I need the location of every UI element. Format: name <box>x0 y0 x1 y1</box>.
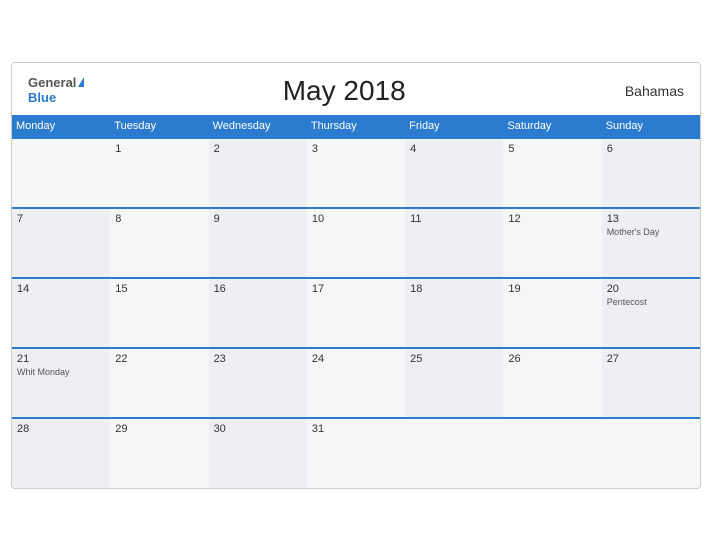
day-number: 6 <box>607 143 695 155</box>
day-cell: 10 <box>307 208 405 278</box>
day-number: 12 <box>508 213 596 225</box>
day-cell: 1 <box>110 138 208 208</box>
week-row-2: 789 10 11 12 13 Mother's Day <box>12 208 700 278</box>
day-number: 10 <box>312 213 400 225</box>
day-number: 11 <box>410 213 498 225</box>
day-event: Mother's Day <box>607 227 695 237</box>
day-number: 15 <box>115 283 203 295</box>
week-row-1: 123456 <box>12 138 700 208</box>
calendar-table: MondayTuesdayWednesdayThursdayFridaySatu… <box>12 115 700 488</box>
day-number: 19 <box>508 283 596 295</box>
day-cell: 31 <box>307 418 405 488</box>
weekday-header-sunday: Sunday <box>602 115 700 138</box>
day-number: 4 <box>410 143 498 155</box>
day-cell: 16 <box>209 278 307 348</box>
logo-triangle-icon <box>78 77 84 87</box>
day-number: 30 <box>214 423 302 435</box>
day-number: 1 <box>115 143 203 155</box>
day-number: 23 <box>214 353 302 365</box>
day-cell: 21 Whit Monday <box>12 348 110 418</box>
day-cell: 23 <box>209 348 307 418</box>
day-cell: 4 <box>405 138 503 208</box>
calendar-title: May 2018 <box>84 75 604 107</box>
day-number: 3 <box>312 143 400 155</box>
day-cell: 25 <box>405 348 503 418</box>
day-number: 31 <box>312 423 400 435</box>
day-cell: 24 <box>307 348 405 418</box>
day-number: 21 <box>17 353 105 365</box>
weekday-header-tuesday: Tuesday <box>110 115 208 138</box>
day-number: 18 <box>410 283 498 295</box>
week-row-5: 28 29 30 31 <box>12 418 700 488</box>
day-event: Whit Monday <box>17 367 105 377</box>
weekday-header-monday: Monday <box>12 115 110 138</box>
day-cell: 19 <box>503 278 601 348</box>
day-cell: 15 <box>110 278 208 348</box>
day-number: 24 <box>312 353 400 365</box>
day-number: 28 <box>17 423 105 435</box>
day-cell: 6 <box>602 138 700 208</box>
day-cell: 14 <box>12 278 110 348</box>
day-cell: 3 <box>307 138 405 208</box>
day-cell <box>12 138 110 208</box>
day-cell: 27 <box>602 348 700 418</box>
day-number: 8 <box>115 213 203 225</box>
day-cell: 7 <box>12 208 110 278</box>
calendar-country: Bahamas <box>604 83 684 99</box>
day-cell: 28 <box>12 418 110 488</box>
day-number: 9 <box>214 213 302 225</box>
week-row-3: 14 15 16 17 18 19 20 Pentecost <box>12 278 700 348</box>
day-number: 27 <box>607 353 695 365</box>
weekday-header-thursday: Thursday <box>307 115 405 138</box>
day-cell: 20 Pentecost <box>602 278 700 348</box>
day-number: 17 <box>312 283 400 295</box>
weekday-header-friday: Friday <box>405 115 503 138</box>
day-cell: 30 <box>209 418 307 488</box>
day-cell <box>503 418 601 488</box>
day-cell: 12 <box>503 208 601 278</box>
day-cell: 11 <box>405 208 503 278</box>
day-cell: 9 <box>209 208 307 278</box>
logo-general-text: General <box>28 76 84 90</box>
day-cell: 22 <box>110 348 208 418</box>
day-cell: 8 <box>110 208 208 278</box>
day-cell: 29 <box>110 418 208 488</box>
week-row-4: 21 Whit Monday 22 23 24 25 26 27 <box>12 348 700 418</box>
day-number: 22 <box>115 353 203 365</box>
weekday-header-row: MondayTuesdayWednesdayThursdayFridaySatu… <box>12 115 700 138</box>
calendar-header: General Blue May 2018 Bahamas <box>12 63 700 115</box>
day-number: 7 <box>17 213 105 225</box>
day-number: 25 <box>410 353 498 365</box>
day-number: 29 <box>115 423 203 435</box>
day-cell: 26 <box>503 348 601 418</box>
day-number: 14 <box>17 283 105 295</box>
weekday-header-saturday: Saturday <box>503 115 601 138</box>
day-number: 13 <box>607 213 695 225</box>
day-number: 26 <box>508 353 596 365</box>
day-number: 5 <box>508 143 596 155</box>
calendar-container: General Blue May 2018 Bahamas MondayTues… <box>11 62 701 489</box>
day-number: 2 <box>214 143 302 155</box>
day-cell: 5 <box>503 138 601 208</box>
logo-blue-text: Blue <box>28 91 56 105</box>
day-number: 20 <box>607 283 695 295</box>
day-event: Pentecost <box>607 297 695 307</box>
weekday-header-wednesday: Wednesday <box>209 115 307 138</box>
day-cell <box>602 418 700 488</box>
logo: General Blue <box>28 76 84 105</box>
day-cell: 2 <box>209 138 307 208</box>
day-cell: 18 <box>405 278 503 348</box>
day-cell <box>405 418 503 488</box>
day-cell: 17 <box>307 278 405 348</box>
day-number: 16 <box>214 283 302 295</box>
day-cell: 13 Mother's Day <box>602 208 700 278</box>
